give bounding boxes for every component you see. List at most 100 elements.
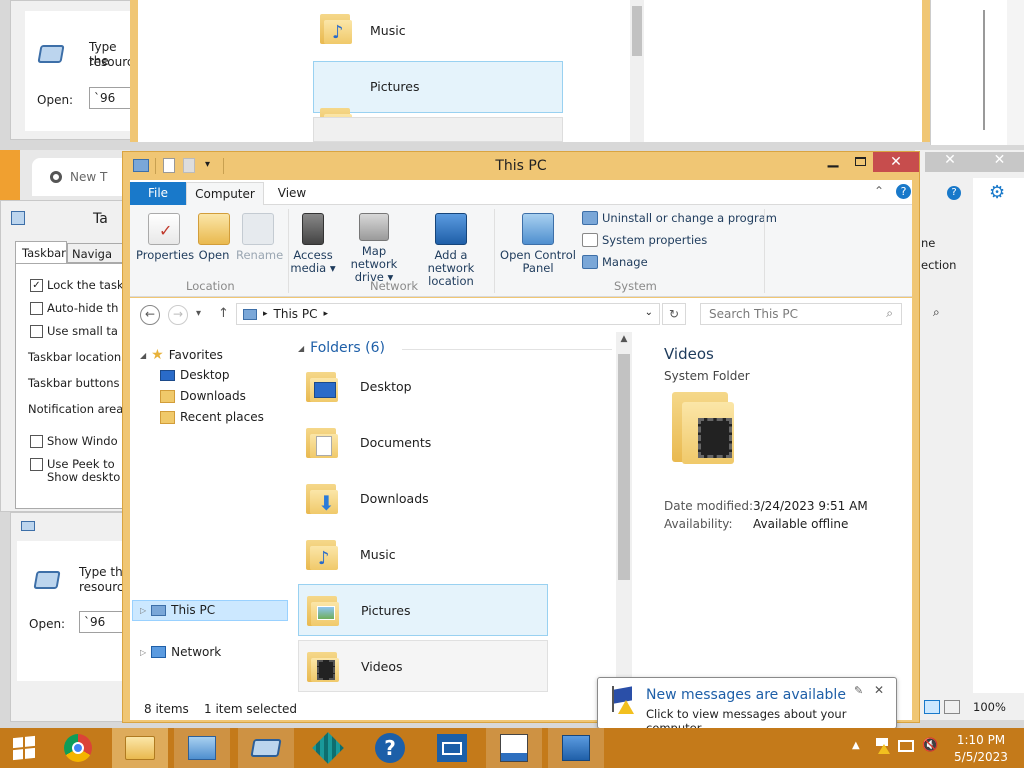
tab-view[interactable]: View: [264, 182, 320, 205]
open-control-panel-button[interactable]: Open Control Panel: [500, 213, 576, 275]
folder-music[interactable]: ♪ Music: [298, 528, 548, 580]
taskbar-props-title: Ta: [93, 211, 108, 227]
mail-icon: [437, 734, 467, 762]
manage-button[interactable]: Manage: [582, 255, 648, 269]
right-bg-close-2[interactable]: ✕: [975, 152, 1024, 172]
tray-expand-icon[interactable]: ▲: [852, 740, 860, 751]
scroll-up-icon[interactable]: ▲: [616, 332, 632, 344]
taskbar-control-panel[interactable]: [174, 728, 230, 768]
network-app-icon: [562, 735, 590, 761]
folder-documents[interactable]: Documents: [298, 416, 548, 468]
nav-downloads[interactable]: Downloads: [160, 389, 246, 403]
network-drive-icon: [359, 213, 389, 241]
top-next-tile: [313, 117, 563, 142]
minimize-button[interactable]: ▁: [819, 152, 847, 172]
documents-folder-icon: [304, 424, 340, 460]
folders-header[interactable]: ◢ Folders (6): [298, 340, 385, 356]
small-buttons-checkbox[interactable]: Use small ta: [30, 324, 118, 338]
notification-close-button[interactable]: ✕: [874, 683, 884, 697]
properties-icon: ✓: [148, 213, 180, 245]
folder-pictures[interactable]: Pictures: [298, 584, 548, 636]
taskbar-mail[interactable]: [424, 728, 480, 768]
map-network-drive-button[interactable]: Map network drive ▾: [338, 213, 410, 284]
tray-volume-muted-icon[interactable]: 🔇: [922, 738, 938, 753]
show-windows-checkbox[interactable]: Show Windo: [30, 434, 118, 448]
tray-date[interactable]: 5/5/2023: [944, 750, 1018, 764]
control-panel-taskbar-icon: [188, 736, 216, 760]
content-scrollbar[interactable]: ▲: [616, 332, 632, 698]
right-bg-help-icon[interactable]: ?: [947, 186, 961, 200]
puzzle-icon: [312, 732, 344, 764]
help-icon[interactable]: ?: [896, 184, 911, 199]
right-bg-ne-label: ne: [921, 236, 936, 250]
close-button[interactable]: ✕: [873, 152, 919, 172]
nav-favorites[interactable]: ◢ ★ Favorites: [140, 347, 223, 363]
tray-network-icon[interactable]: [898, 740, 914, 752]
open-button[interactable]: Open: [194, 213, 234, 262]
lock-taskbar-checkbox[interactable]: ✓ Lock the task: [30, 278, 124, 292]
taskbar-chrome[interactable]: [50, 728, 106, 768]
rename-button[interactable]: Rename: [236, 213, 283, 262]
right-bg-search-icon[interactable]: ⌕: [933, 305, 940, 320]
run-bottom-icon: [33, 571, 61, 589]
taskbar-network-app[interactable]: [548, 728, 604, 768]
videos-folder-icon: [305, 648, 341, 684]
taskbar-help[interactable]: ?: [362, 728, 418, 768]
nav-network[interactable]: ▷ Network: [140, 645, 221, 659]
chrome-tab[interactable]: New T: [32, 158, 130, 196]
folder-desktop[interactable]: Desktop: [298, 360, 548, 412]
tray-time[interactable]: 1:10 PM: [944, 733, 1018, 747]
autohide-checkbox[interactable]: Auto-hide th: [30, 301, 118, 315]
tiles-view-button[interactable]: [944, 700, 960, 714]
taskbar-puzzle-app[interactable]: [300, 728, 356, 768]
taskbar-props-tab-taskbar[interactable]: Taskbar: [15, 241, 67, 263]
folder-videos[interactable]: Videos: [298, 640, 548, 692]
title-bar[interactable]: ▾ This PC ▁ ✕: [123, 152, 919, 180]
ribbon-collapse-icon[interactable]: ⌃: [874, 184, 884, 198]
maximize-button[interactable]: [847, 152, 873, 172]
folder-downloads[interactable]: ⬇ Downloads: [298, 472, 548, 524]
file-explorer-icon: [125, 736, 155, 760]
desktop-folder-icon: [304, 368, 340, 404]
uninstall-program-button[interactable]: Uninstall or change a program: [582, 211, 777, 225]
address-bar[interactable]: ▸ This PC ▸ ⌄: [236, 303, 660, 325]
taskbar-task-manager[interactable]: [486, 728, 542, 768]
properties-button[interactable]: ✓ Properties: [136, 213, 194, 262]
top-scrollbar[interactable]: [630, 0, 644, 142]
scroll-thumb[interactable]: [618, 354, 630, 580]
peek-checkbox[interactable]: Use Peek to Show deskto: [30, 458, 120, 484]
control-panel-icon: [522, 213, 554, 245]
access-media-button[interactable]: Access media ▾: [290, 213, 336, 275]
refresh-button[interactable]: ↻: [662, 303, 686, 325]
start-button[interactable]: [0, 728, 48, 768]
taskbar-run[interactable]: [238, 728, 294, 768]
up-button[interactable]: ↑: [218, 306, 229, 321]
nav-desktop[interactable]: Desktop: [160, 368, 230, 382]
notification-balloon[interactable]: New messages are available Click to view…: [597, 677, 897, 738]
nav-this-pc-label[interactable]: ▷ This PC: [140, 603, 215, 617]
details-view-button[interactable]: [924, 700, 940, 714]
ribbon: ✓ Properties Open Rename Location Access…: [130, 205, 912, 297]
tray-action-center-icon[interactable]: [874, 738, 890, 754]
taskbar-file-explorer[interactable]: [112, 728, 168, 768]
back-button[interactable]: ←: [140, 305, 160, 325]
chrome-icon: [50, 171, 62, 183]
tab-file[interactable]: File: [130, 182, 186, 205]
path-separator: ▸: [263, 309, 268, 319]
system-properties-button[interactable]: System properties: [582, 233, 707, 247]
pc-icon: [243, 308, 257, 320]
network-group-label: Network: [370, 279, 419, 293]
run-open-input[interactable]: `96: [89, 87, 133, 109]
nav-recent-places[interactable]: Recent places: [160, 410, 264, 424]
add-network-location-button[interactable]: Add a network location: [412, 213, 490, 288]
search-box[interactable]: Search This PC ⌕: [700, 303, 902, 325]
right-gear-icon[interactable]: ⚙: [989, 182, 1005, 203]
tab-computer[interactable]: Computer: [186, 182, 264, 206]
forward-button[interactable]: →: [168, 305, 188, 325]
address-dropdown-icon[interactable]: ⌄: [645, 307, 653, 318]
system-properties-icon: [582, 233, 598, 247]
notification-settings-icon[interactable]: ✎: [854, 684, 863, 697]
run-dialog-bottom: Type the resource Open: `96: [10, 512, 133, 722]
right-bg-close[interactable]: ✕: [925, 152, 975, 172]
recent-dropdown-icon[interactable]: ▾: [196, 308, 201, 319]
